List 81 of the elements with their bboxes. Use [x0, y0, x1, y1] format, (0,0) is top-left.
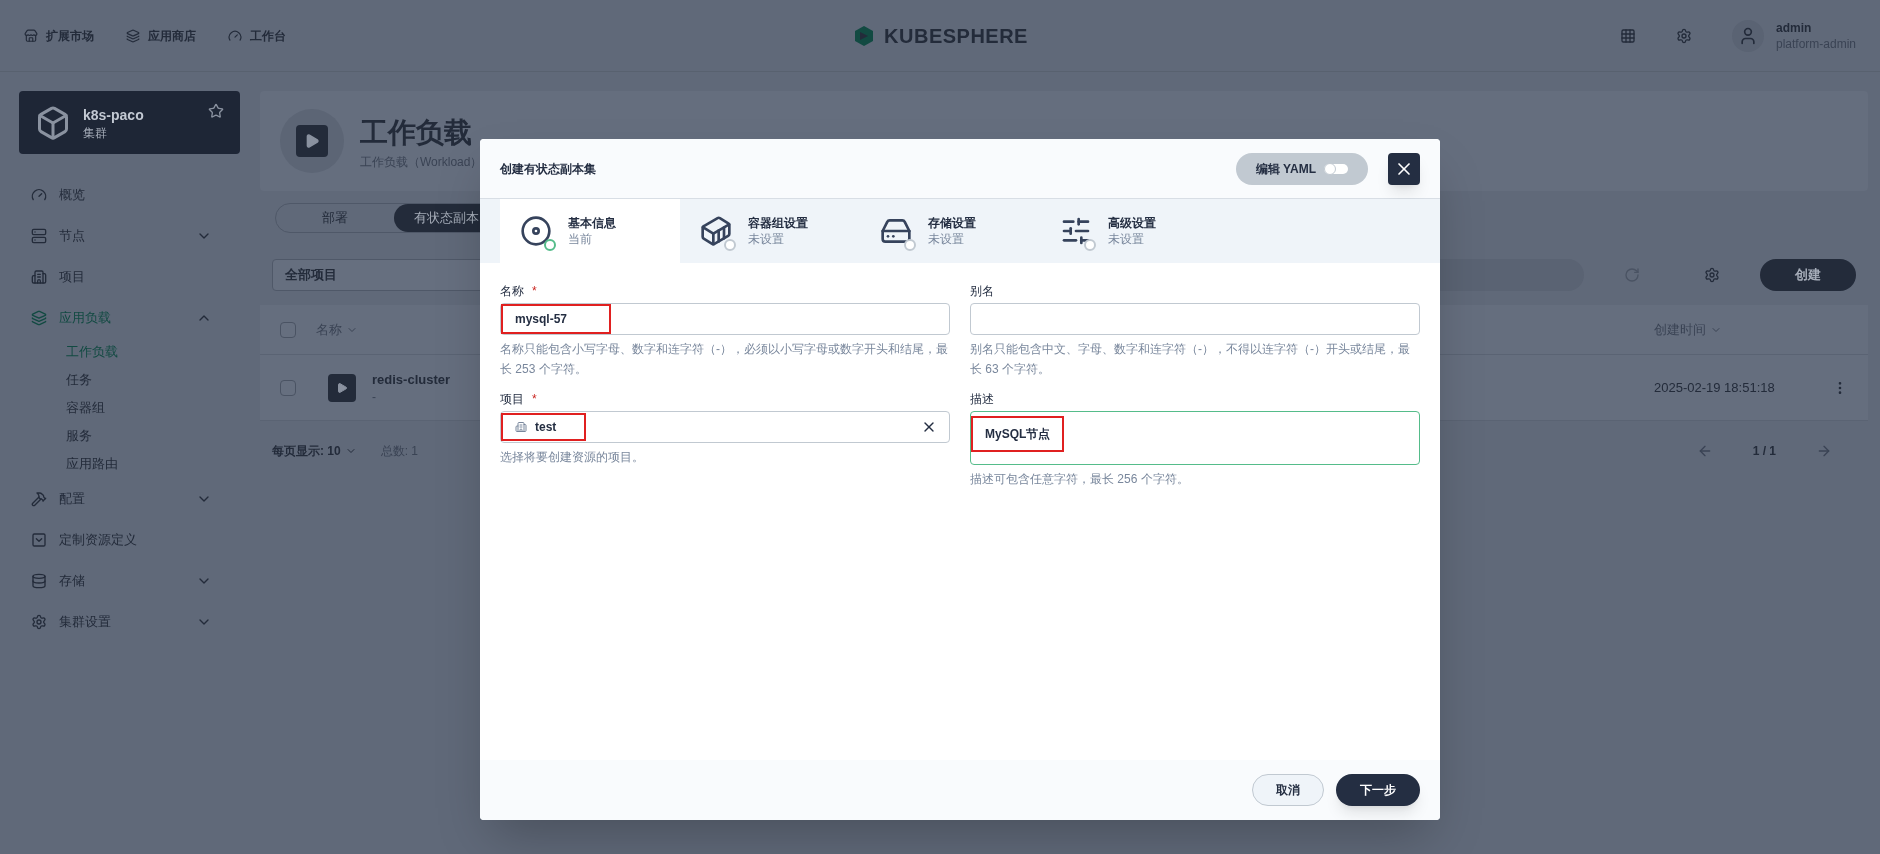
sidebar-item[interactable]: 存储 — [19, 560, 224, 601]
gauge-icon[interactable] — [228, 28, 242, 43]
building-icon — [515, 421, 527, 433]
cancel-button[interactable]: 取消 — [1252, 774, 1324, 806]
layers-icon — [31, 309, 47, 326]
description-field[interactable]: MySQL节点 — [970, 411, 1420, 465]
page-size-select[interactable]: 每页显示: 10 — [272, 442, 341, 460]
sidebar-subitem[interactable]: 容器组 — [19, 394, 224, 422]
cube-icon — [35, 104, 71, 141]
text-field[interactable] — [970, 303, 1420, 335]
create-button[interactable]: 创建 — [1760, 259, 1856, 291]
step-tab[interactable]: 存储设置 未设置 — [860, 199, 1040, 263]
server-icon — [31, 227, 47, 244]
checkbox[interactable] — [280, 379, 296, 396]
sidebar-item[interactable]: 定制资源定义 — [19, 519, 224, 560]
sidebar-item[interactable]: 应用负载 — [19, 297, 224, 338]
workload-subtext: - — [372, 389, 376, 406]
step-title: 容器组设置 — [748, 215, 808, 231]
nav-link[interactable]: 扩展市场 — [46, 27, 94, 44]
hammer-icon — [31, 490, 47, 507]
step-status: 未设置 — [1108, 231, 1145, 247]
sidebar-item[interactable]: 项目 — [19, 256, 224, 297]
field-hint: 选择将要创建资源的项目。 — [500, 449, 645, 466]
field-label: 描述 — [970, 391, 994, 407]
sidebar-item[interactable]: 概览 — [19, 174, 224, 215]
store-icon[interactable] — [24, 28, 38, 43]
step-tab[interactable]: 容器组设置 未设置 — [680, 199, 860, 263]
project-select[interactable]: test — [500, 411, 950, 443]
nav-link[interactable]: 应用商店 — [148, 27, 196, 44]
cluster-card[interactable]: k8s-paco 集群 — [19, 91, 240, 154]
avatar[interactable] — [1732, 19, 1764, 52]
workload-icon — [328, 373, 356, 402]
tab[interactable]: 部署 — [276, 204, 394, 232]
sidebar-item[interactable]: 集群设置 — [19, 601, 224, 642]
chevron-square-icon — [31, 531, 47, 548]
next-button[interactable]: 下一步 — [1336, 774, 1420, 806]
page-indicator: 1 / 1 — [1752, 443, 1776, 460]
next-icon[interactable] — [1816, 443, 1832, 459]
close-button[interactable] — [1388, 152, 1420, 185]
step-status: 未设置 — [928, 231, 965, 247]
field-label: 项目 — [500, 391, 524, 407]
required-mark: * — [532, 391, 537, 407]
step-title: 高级设置 — [1108, 215, 1156, 231]
sidebar-subitem[interactable]: 应用路由 — [19, 450, 224, 478]
step-title: 存储设置 — [928, 215, 976, 231]
sidebar-item[interactable]: 节点 — [19, 215, 224, 256]
created-time: 2025-02-19 18:51:18 — [1654, 378, 1776, 397]
field-hint: 别名只能包含中文、字母、数字和连字符（-），不得以连字符（-）开头或结尾，最长 63 个字符。 — [970, 341, 1411, 378]
field-label: 别名 — [970, 283, 994, 299]
checkbox[interactable] — [280, 321, 296, 338]
settings-icon — [31, 613, 47, 630]
building-icon — [31, 268, 47, 285]
cluster-name: k8s-paco — [83, 105, 144, 125]
database-icon — [31, 572, 47, 589]
yaml-toggle[interactable]: 编辑 YAML — [1235, 152, 1368, 185]
step-tab[interactable]: 高级设置 未设置 — [1040, 199, 1220, 263]
field-hint: 名称只能包含小写字母、数字和连字符（-），必须以小写字母或数字开头和结尾，最长 253 个字符。 — [500, 341, 949, 378]
apps-icon[interactable] — [1620, 27, 1636, 44]
settings-icon[interactable] — [1704, 267, 1720, 283]
sidebar-subitem[interactable]: 服务 — [19, 422, 224, 450]
nav-link[interactable]: 工作台 — [250, 27, 286, 44]
select-value: test — [535, 419, 557, 435]
text-field[interactable]: mysql-57 — [500, 303, 950, 335]
step-title: 基本信息 — [568, 215, 616, 231]
gauge-icon — [31, 186, 47, 203]
dialog-title: 创建有状态副本集 — [500, 160, 597, 177]
field-hint: 描述可包含任意字符，最长 256 个字符。 — [970, 471, 1190, 488]
star-icon[interactable] — [208, 103, 224, 119]
cluster-type: 集群 — [83, 124, 107, 141]
sidebar-item[interactable]: 配置 — [19, 478, 224, 519]
layers-icon[interactable] — [126, 28, 140, 43]
workload-name[interactable]: redis-cluster — [372, 369, 451, 390]
step-status: 当前 — [568, 231, 593, 247]
logo: KUBESPHERE — [884, 23, 1028, 49]
step-status: 未设置 — [748, 231, 785, 247]
settings-icon[interactable] — [1676, 27, 1692, 44]
step-tab[interactable]: 基本信息 当前 — [500, 199, 680, 263]
user-name: admin — [1776, 19, 1813, 36]
sidebar-subitem[interactable]: 工作负载 — [19, 338, 224, 366]
page-title: 工作负载 — [360, 116, 472, 150]
sidebar-subitem[interactable]: 任务 — [19, 366, 224, 394]
